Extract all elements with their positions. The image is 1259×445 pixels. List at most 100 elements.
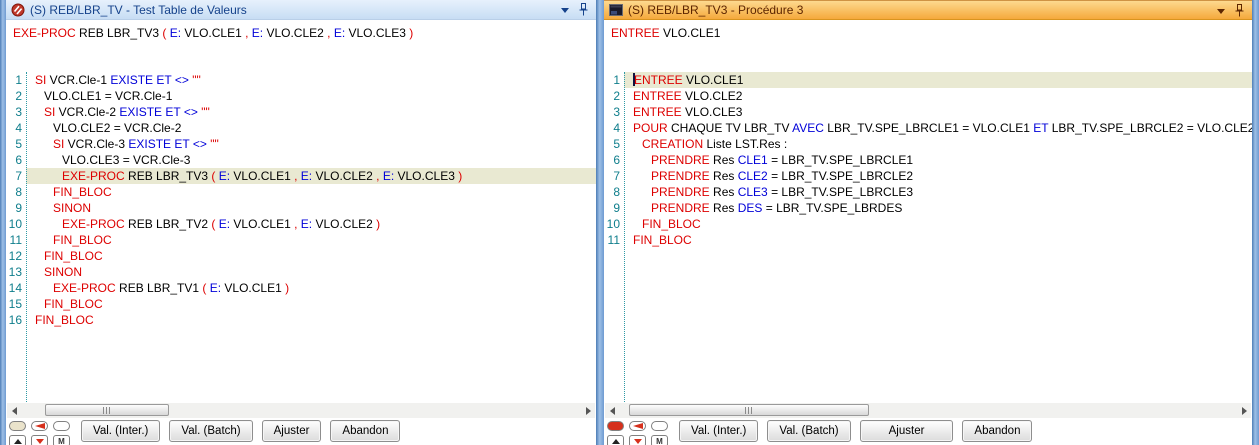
code-token: FIN_BLOC <box>35 313 94 327</box>
abandon-button[interactable]: Abandon <box>330 420 400 442</box>
code-line-text[interactable]: ENTREE VLO.CLE3 <box>624 104 1252 120</box>
code-line[interactable]: 4VLO.CLE2 = VCR.Cle-2 <box>6 120 596 136</box>
code-line-text[interactable]: SINON <box>26 200 596 216</box>
code-line[interactable]: 5SI VCR.Cle-3 EXISTE ET <> "" <box>6 136 596 152</box>
code-line[interactable]: 11FIN_BLOC <box>604 232 1252 248</box>
code-line-text[interactable]: EXE-PROC REB LBR_TV1 ( E: VLO.CLE1 ) <box>26 280 596 296</box>
code-line[interactable]: 7PRENDRE Res CLE2 = LBR_TV.SPE_LBRCLE2 <box>604 168 1252 184</box>
code-line[interactable]: 14EXE-PROC REB LBR_TV1 ( E: VLO.CLE1 ) <box>6 280 596 296</box>
scrollbar-thumb[interactable] <box>45 404 169 416</box>
down-arrow-button[interactable] <box>629 435 646 445</box>
right-pane-titlebar[interactable]: (S) REB/LBR_TV3 - Procédure 3 <box>604 0 1252 20</box>
down-arrow-button[interactable] <box>31 435 48 445</box>
code-line-text[interactable]: FIN_BLOC <box>26 232 596 248</box>
code-line[interactable]: 9PRENDRE Res DES = LBR_TV.SPE_LBRDES <box>604 200 1252 216</box>
code-line[interactable]: 1ENTREE VLO.CLE1 <box>604 72 1252 88</box>
chevron-down-icon[interactable] <box>1217 9 1225 14</box>
scroll-left-arrow[interactable] <box>7 403 21 418</box>
scroll-right-arrow[interactable] <box>581 403 595 418</box>
code-line[interactable]: 4POUR CHAQUE TV LBR_TV AVEC LBR_TV.SPE_L… <box>604 120 1252 136</box>
code-line-text[interactable]: CREATION Liste LST.Res : <box>624 136 1252 152</box>
val-inter-button[interactable]: Val. (Inter.) <box>81 420 160 442</box>
code-line-text[interactable]: FIN_BLOC <box>26 296 596 312</box>
code-editor[interactable]: 1SI VCR.Cle-1 EXISTE ET <> ""2VLO.CLE1 =… <box>6 72 596 402</box>
val-inter-button[interactable]: Val. (Inter.) <box>679 420 758 442</box>
code-line-text[interactable]: PRENDRE Res CLE3 = LBR_TV.SPE_LBRCLE3 <box>624 184 1252 200</box>
m-marker-button[interactable]: M <box>651 435 668 445</box>
code-line[interactable]: 10EXE-PROC REB LBR_TV2 ( E: VLO.CLE1 , E… <box>6 216 596 232</box>
marker-filled-icon[interactable] <box>607 421 624 431</box>
marker-red-wedge-icon[interactable] <box>31 421 48 431</box>
code-line-text[interactable]: POUR CHAQUE TV LBR_TV AVEC LBR_TV.SPE_LB… <box>624 120 1252 136</box>
scroll-left-arrow[interactable] <box>605 403 619 418</box>
horizontal-scrollbar[interactable] <box>7 403 595 418</box>
code-line-text[interactable]: FIN_BLOC <box>624 232 1252 248</box>
code-line-text[interactable]: EXE-PROC REB LBR_TV3 ( E: VLO.CLE1 , E: … <box>26 168 596 184</box>
header-code-line[interactable]: EXE-PROC REB LBR_TV3 ( E: VLO.CLE1 , E: … <box>6 25 596 41</box>
code-line[interactable]: 12FIN_BLOC <box>6 248 596 264</box>
pin-icon[interactable] <box>1235 4 1244 17</box>
code-line-text[interactable]: SI VCR.Cle-1 EXISTE ET <> "" <box>26 72 596 88</box>
ajuster-button[interactable]: Ajuster <box>262 420 322 442</box>
ajuster-button[interactable]: Ajuster <box>860 420 954 442</box>
code-line[interactable]: 2VLO.CLE1 = VCR.Cle-1 <box>6 88 596 104</box>
code-line-text[interactable]: VLO.CLE3 = VCR.Cle-3 <box>26 152 596 168</box>
code-token: VLO.CLE1 <box>683 73 744 87</box>
code-line-text[interactable]: EXE-PROC REB LBR_TV2 ( E: VLO.CLE1 , E: … <box>26 216 596 232</box>
code-editor[interactable]: 1ENTREE VLO.CLE12ENTREE VLO.CLE23ENTREE … <box>604 72 1252 402</box>
code-line[interactable]: 6VLO.CLE3 = VCR.Cle-3 <box>6 152 596 168</box>
horizontal-scrollbar[interactable] <box>605 403 1251 418</box>
pane-divider[interactable] <box>596 0 604 445</box>
code-line-text[interactable]: ENTREE VLO.CLE1 <box>624 72 1252 88</box>
abandon-button[interactable]: Abandon <box>962 420 1032 442</box>
left-pane-titlebar[interactable]: (S) REB/LBR_TV - Test Table de Valeurs <box>6 0 596 20</box>
code-line[interactable]: 3SI VCR.Cle-2 EXISTE ET <> "" <box>6 104 596 120</box>
m-marker-button[interactable]: M <box>53 435 70 445</box>
code-line-text[interactable]: ENTREE VLO.CLE2 <box>624 88 1252 104</box>
marker-red-wedge-icon[interactable] <box>629 421 646 431</box>
up-arrow-button[interactable] <box>9 435 26 445</box>
code-line[interactable]: 11FIN_BLOC <box>6 232 596 248</box>
code-line-text[interactable]: VLO.CLE2 = VCR.Cle-2 <box>26 120 596 136</box>
code-line-text[interactable]: FIN_BLOC <box>26 248 596 264</box>
code-token: LBR_TV.SPE_LBRCLE1 = VLO.CLE1 <box>824 121 1033 135</box>
chevron-down-icon[interactable] <box>561 8 569 13</box>
pin-icon[interactable] <box>579 3 588 16</box>
val-batch-button[interactable]: Val. (Batch) <box>169 420 252 442</box>
scrollbar-thumb[interactable] <box>629 404 869 416</box>
code-line[interactable]: 5CREATION Liste LST.Res : <box>604 136 1252 152</box>
code-line[interactable]: 15FIN_BLOC <box>6 296 596 312</box>
code-line[interactable]: 7EXE-PROC REB LBR_TV3 ( E: VLO.CLE1 , E:… <box>6 168 596 184</box>
marker-empty-icon[interactable] <box>651 421 668 431</box>
marker-filled-icon[interactable] <box>9 421 26 431</box>
code-line[interactable]: 13SINON <box>6 264 596 280</box>
code-line[interactable]: 8PRENDRE Res CLE3 = LBR_TV.SPE_LBRCLE3 <box>604 184 1252 200</box>
code-line-text[interactable]: VLO.CLE1 = VCR.Cle-1 <box>26 88 596 104</box>
code-line[interactable]: 16 FIN_BLOC <box>6 312 596 328</box>
code-line-text[interactable]: SI VCR.Cle-3 EXISTE ET <> "" <box>26 136 596 152</box>
code-line-text[interactable]: FIN_BLOC <box>26 312 596 328</box>
code-line[interactable]: 6PRENDRE Res CLE1 = LBR_TV.SPE_LBRCLE1 <box>604 152 1252 168</box>
line-number: 16 <box>6 312 26 328</box>
header-code-line[interactable]: ENTREE VLO.CLE1 <box>604 25 1252 41</box>
code-line-text[interactable]: FIN_BLOC <box>624 216 1252 232</box>
line-number: 11 <box>604 232 624 248</box>
marker-empty-icon[interactable] <box>53 421 70 431</box>
code-line[interactable]: 9SINON <box>6 200 596 216</box>
code-line-text[interactable]: FIN_BLOC <box>26 184 596 200</box>
code-line[interactable]: 10FIN_BLOC <box>604 216 1252 232</box>
code-line[interactable]: 3ENTREE VLO.CLE3 <box>604 104 1252 120</box>
code-line[interactable]: 2ENTREE VLO.CLE2 <box>604 88 1252 104</box>
code-line-text[interactable]: PRENDRE Res DES = LBR_TV.SPE_LBRDES <box>624 200 1252 216</box>
scroll-right-arrow[interactable] <box>1237 403 1251 418</box>
code-line-text[interactable]: SI VCR.Cle-2 EXISTE ET <> "" <box>26 104 596 120</box>
code-line-text[interactable]: SINON <box>26 264 596 280</box>
code-token: Res <box>710 169 738 183</box>
val-batch-button[interactable]: Val. (Batch) <box>767 420 850 442</box>
code-token: = LBR_TV.SPE_LBRCLE3 <box>768 185 913 199</box>
code-line-text[interactable]: PRENDRE Res CLE1 = LBR_TV.SPE_LBRCLE1 <box>624 152 1252 168</box>
code-line[interactable]: 8FIN_BLOC <box>6 184 596 200</box>
code-line[interactable]: 1SI VCR.Cle-1 EXISTE ET <> "" <box>6 72 596 88</box>
code-line-text[interactable]: PRENDRE Res CLE2 = LBR_TV.SPE_LBRCLE2 <box>624 168 1252 184</box>
up-arrow-button[interactable] <box>607 435 624 445</box>
